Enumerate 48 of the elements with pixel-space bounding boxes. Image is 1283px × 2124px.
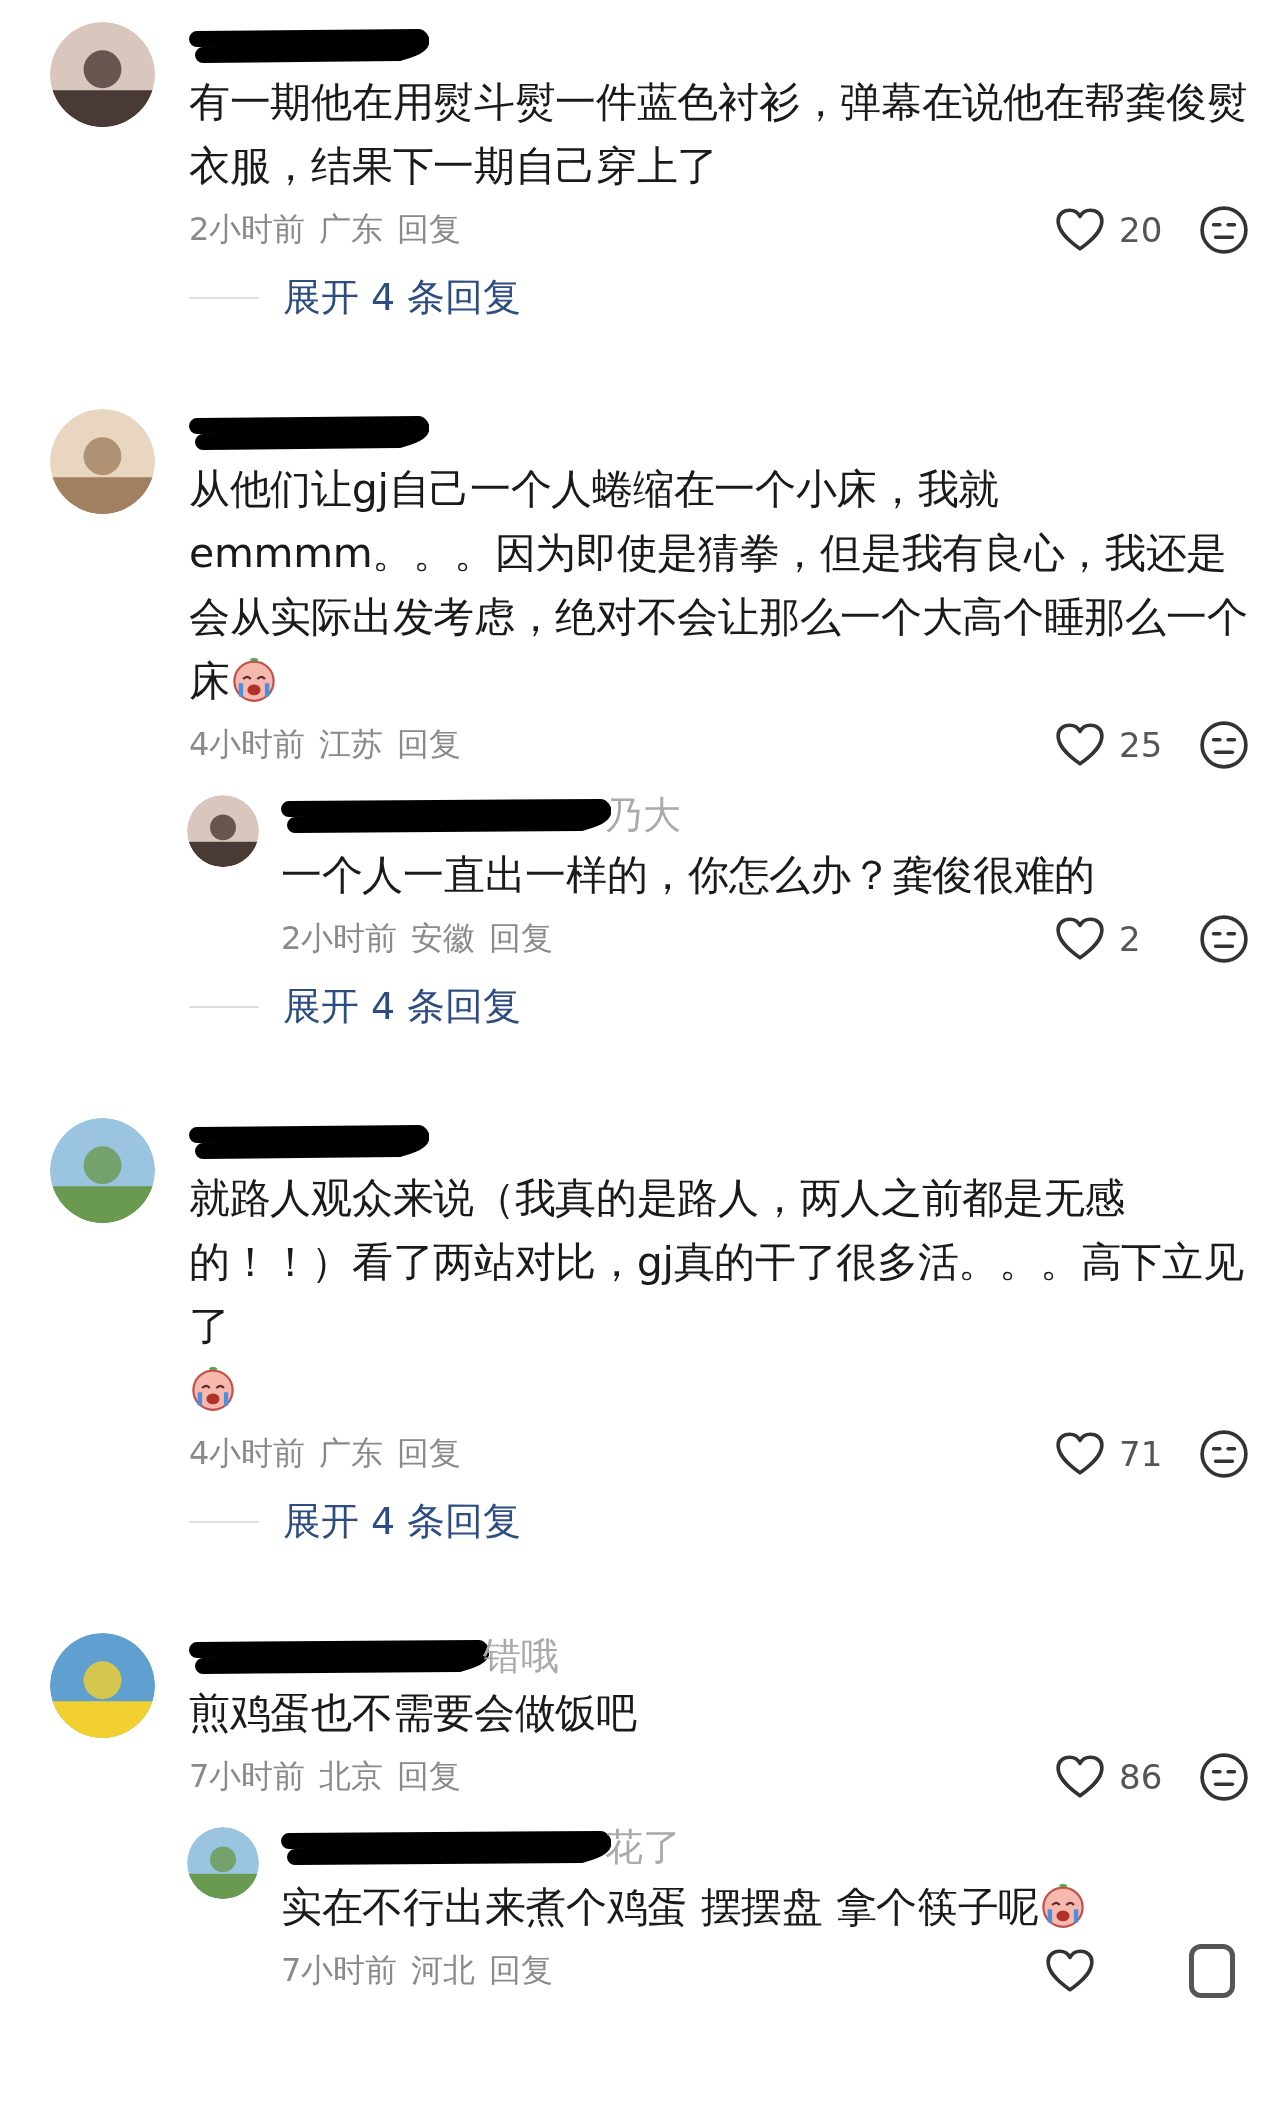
time-label: 2小时前 — [189, 209, 306, 250]
location-label: 安徽 — [411, 918, 476, 959]
location-label: 广东 — [319, 209, 384, 250]
comment-text: 从他们让gj自己一个人蜷缩在一个小床，我就emmmm。。。因为即使是猜拳，但是我有良心，我还是会从实际出发考虑，绝对不会让那么一个大高个睡那么一个床 — [189, 464, 1249, 707]
comment-text: 一个人一直出一样的，你怎么办？龚俊很难的 — [281, 850, 1096, 901]
expand-replies-button[interactable]: 展开 4 条回复 — [283, 981, 522, 1032]
neutral-face-icon[interactable] — [1199, 1429, 1249, 1479]
comment-text: 有一期他在用熨斗熨一件蓝色衬衫，弹幕在说他在帮龚俊熨衣服，结果下一期自己穿上了 — [189, 77, 1249, 192]
time-label: 2小时前 — [281, 918, 398, 959]
comment-text: 就路人观众来说（我真的是路人，两人之前都是无感的！！）看了两站对比，gj真的干了很多活。。。高下立见了 — [189, 1166, 1255, 1422]
location-label: 江苏 — [319, 724, 384, 765]
username[interactable]: 花了 — [605, 1821, 681, 1873]
location-label: 河北 — [411, 1950, 476, 1991]
like-count: 86 — [1119, 1757, 1164, 1797]
expand-replies-button[interactable]: 展开 4 条回复 — [283, 272, 522, 323]
neutral-face-icon[interactable] — [1199, 914, 1249, 964]
heart-icon[interactable] — [1055, 1431, 1105, 1477]
reply-link[interactable]: 回复 — [489, 1949, 554, 1993]
neutral-face-icon[interactable] — [1199, 1752, 1249, 1802]
dislike-icon[interactable] — [1189, 1944, 1235, 1998]
username[interactable]: 乃大 — [605, 789, 681, 841]
like-count: 25 — [1119, 725, 1164, 765]
comment-text: 实在不行出来煮个鸡蛋 摆摆盘 拿个筷子呢 — [281, 1875, 1255, 1939]
heart-icon[interactable] — [1055, 207, 1105, 253]
heart-icon[interactable] — [1055, 722, 1105, 768]
comment-text: 煎鸡蛋也不需要会做饭吧 — [189, 1688, 638, 1739]
location-label: 北京 — [319, 1756, 384, 1797]
location-label: 广东 — [319, 1433, 384, 1474]
time-label: 7小时前 — [281, 1950, 398, 1991]
expand-replies-button[interactable]: 展开 4 条回复 — [283, 1496, 522, 1547]
reply-link[interactable]: 回复 — [397, 723, 462, 767]
heart-icon[interactable] — [1055, 1754, 1105, 1800]
reply-link[interactable]: 回复 — [397, 1432, 462, 1476]
like-count: 2 — [1119, 919, 1142, 959]
time-label: 7小时前 — [189, 1756, 306, 1797]
crying-face-sticker — [189, 1364, 237, 1412]
like-count: 71 — [1119, 1434, 1164, 1474]
heart-icon[interactable] — [1045, 1948, 1095, 1994]
reply-link[interactable]: 回复 — [397, 208, 462, 252]
neutral-face-icon[interactable] — [1199, 205, 1249, 255]
reply-link[interactable]: 回复 — [489, 917, 554, 961]
neutral-face-icon[interactable] — [1199, 720, 1249, 770]
like-count: 20 — [1119, 210, 1164, 250]
time-label: 4小时前 — [189, 724, 306, 765]
username[interactable]: 错哦 — [483, 1630, 559, 1682]
time-label: 4小时前 — [189, 1433, 306, 1474]
reply-link[interactable]: 回复 — [397, 1755, 462, 1799]
heart-icon[interactable] — [1055, 916, 1105, 962]
